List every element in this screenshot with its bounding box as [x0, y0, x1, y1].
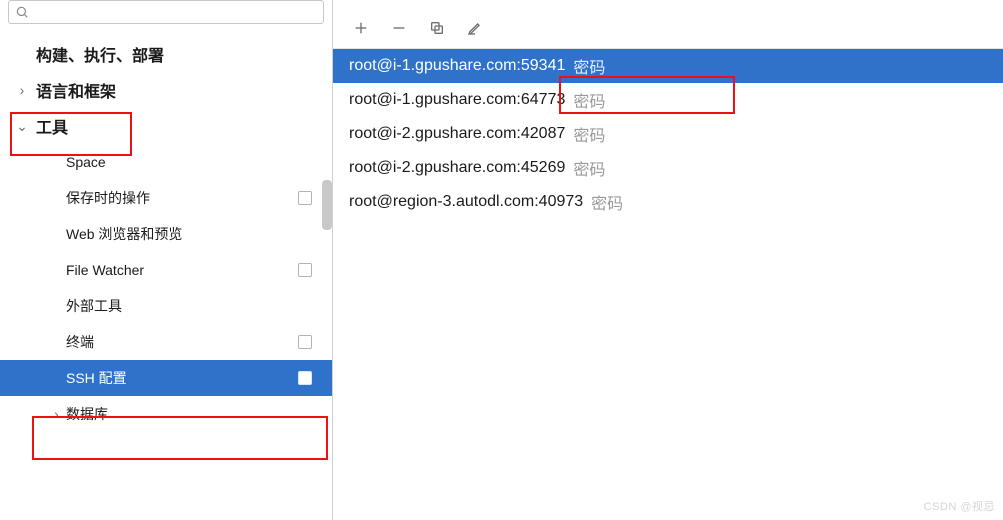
tree-tools-section[interactable]: ⌄ 工具 [0, 108, 332, 144]
minus-icon [391, 20, 407, 36]
tree-item-filewatcher[interactable]: File Watcher [0, 252, 332, 288]
search-box[interactable] [8, 0, 324, 24]
ssh-host: root@region-3.autodl.com:40973 [349, 193, 583, 211]
tree-item-webpreview[interactable]: Web 浏览器和预览 [0, 216, 332, 252]
project-badge-icon [298, 263, 312, 277]
tree-label: File Watcher [66, 262, 322, 278]
project-badge-icon [298, 191, 312, 205]
ssh-row[interactable]: root@i-2.gpushare.com:45269 密码 [333, 151, 1003, 185]
ssh-row[interactable]: root@i-1.gpushare.com:59341 密码 [333, 49, 1003, 83]
ssh-auth: 密码 [573, 54, 605, 78]
tree-label: 外部工具 [66, 296, 322, 316]
main-panel: 工具 › SSH 配置 root@i-1.gpushare.com:59341 … [333, 0, 1003, 520]
tree-label: SSH 配置 [66, 368, 322, 388]
tree-item-space[interactable]: Space [0, 144, 332, 180]
ssh-host: root@i-2.gpushare.com:45269 [349, 159, 565, 177]
tree-label: 数据库 [66, 404, 322, 424]
copy-button[interactable] [427, 18, 447, 38]
ssh-toolbar [333, 0, 1003, 48]
tree-item-externaltools[interactable]: 外部工具 [0, 288, 332, 324]
ssh-auth: 密码 [573, 122, 605, 146]
tree-label: Web 浏览器和预览 [66, 224, 322, 244]
add-button[interactable] [351, 18, 371, 38]
ssh-host: root@i-1.gpushare.com:59341 [349, 57, 565, 75]
chevron-right-icon: › [14, 82, 30, 98]
remove-button[interactable] [389, 18, 409, 38]
ssh-host: root@i-1.gpushare.com:64773 [349, 91, 565, 109]
tree-label: 构建、执行、部署 [36, 42, 322, 66]
ssh-host: root@i-2.gpushare.com:42087 [349, 125, 565, 143]
search-icon [15, 5, 29, 19]
scrollbar-thumb[interactable] [322, 180, 332, 230]
pencil-icon [467, 20, 483, 36]
settings-sidebar: 构建、执行、部署 › 语言和框架 ⌄ 工具 Space 保存时的操作 Web 浏… [0, 0, 333, 520]
ssh-auth: 密码 [573, 156, 605, 180]
tree-build-section[interactable]: 构建、执行、部署 [0, 36, 332, 72]
tree-label: 工具 [36, 114, 322, 138]
tree-label: 保存时的操作 [66, 188, 322, 208]
ssh-auth: 密码 [591, 190, 623, 214]
tree-item-terminal[interactable]: 终端 [0, 324, 332, 360]
tree-item-database[interactable]: › 数据库 [0, 396, 332, 432]
tree-item-ssh-config[interactable]: SSH 配置 [0, 360, 332, 396]
tree-label: 语言和框架 [36, 78, 322, 102]
project-badge-icon [298, 335, 312, 349]
ssh-auth: 密码 [573, 88, 605, 112]
tree-label: 终端 [66, 332, 322, 352]
ssh-row[interactable]: root@region-3.autodl.com:40973 密码 [333, 185, 1003, 219]
watermark: CSDN @视忌 [924, 498, 995, 514]
chevron-down-icon: ⌄ [14, 118, 30, 135]
tree-label: Space [66, 154, 322, 170]
chevron-right-icon: › [54, 406, 59, 422]
tree-item-onsave[interactable]: 保存时的操作 [0, 180, 332, 216]
search-input[interactable] [35, 5, 317, 20]
tree-lang-section[interactable]: › 语言和框架 [0, 72, 332, 108]
plus-icon [353, 20, 369, 36]
ssh-row[interactable]: root@i-2.gpushare.com:42087 密码 [333, 117, 1003, 151]
settings-tree: 构建、执行、部署 › 语言和框架 ⌄ 工具 Space 保存时的操作 Web 浏… [0, 30, 332, 520]
edit-button[interactable] [465, 18, 485, 38]
ssh-config-list: root@i-1.gpushare.com:59341 密码 root@i-1.… [333, 48, 1003, 219]
copy-icon [429, 20, 445, 36]
project-badge-icon [298, 371, 312, 385]
ssh-row[interactable]: root@i-1.gpushare.com:64773 密码 [333, 83, 1003, 117]
